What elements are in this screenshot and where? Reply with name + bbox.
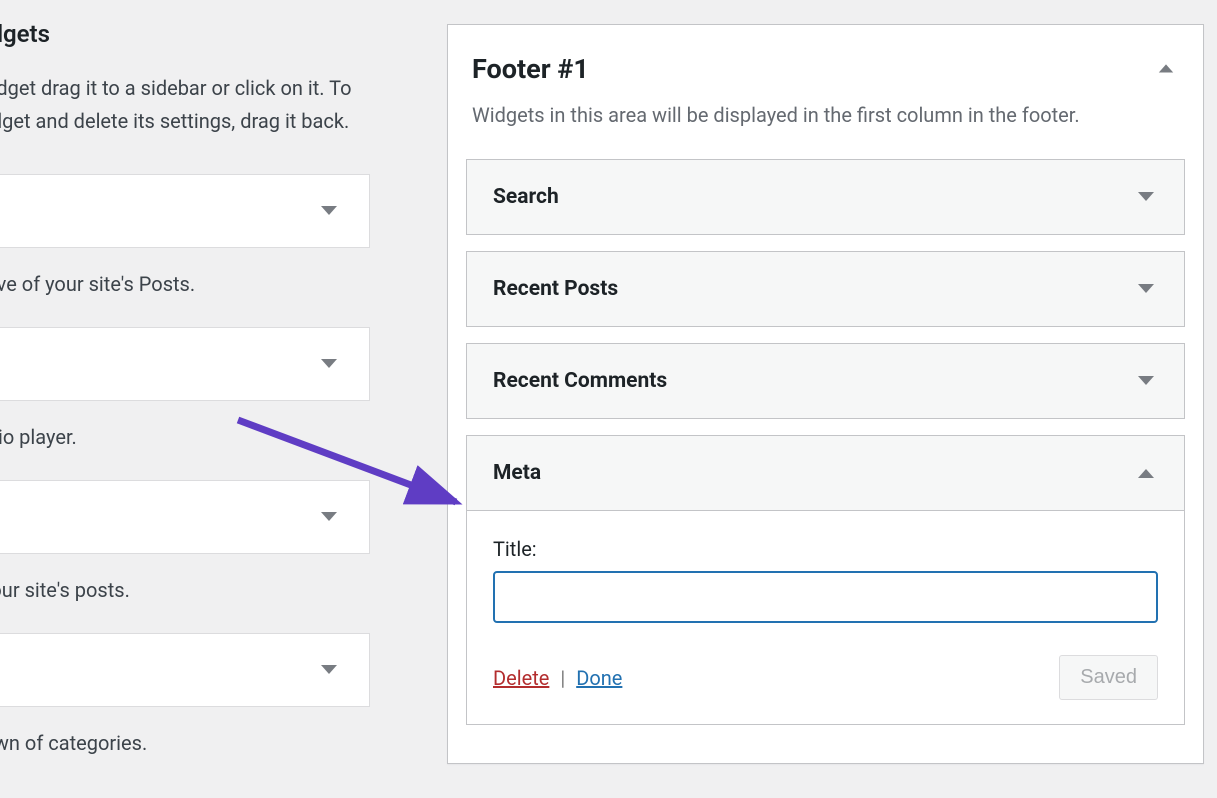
available-widgets-panel: Available Widgets To activate a widget d… xyxy=(0,20,370,786)
widget-title: Search xyxy=(493,185,559,209)
widget-title: Meta xyxy=(493,461,541,485)
available-widget-item[interactable] xyxy=(0,633,370,707)
footer-1-sidebar: Footer #1 Widgets in this area will be d… xyxy=(447,24,1204,764)
widget-header[interactable]: Meta xyxy=(467,436,1184,510)
widget-actions: Delete | Done Saved xyxy=(493,655,1158,700)
sidebar-title: Footer #1 xyxy=(472,53,1179,85)
available-widgets-heading: Available Widgets xyxy=(0,20,370,48)
widget-header[interactable]: Recent Comments xyxy=(467,344,1184,418)
widget-title-input[interactable] xyxy=(493,571,1158,623)
widget-meta: Meta Title: Delete | Done Saved xyxy=(466,435,1185,725)
delete-link[interactable]: Delete xyxy=(493,666,549,690)
chevron-down-icon xyxy=(1136,371,1156,391)
widget-action-links: Delete | Done xyxy=(493,666,622,690)
available-widget-desc: A calendar of your site's posts. xyxy=(0,554,370,633)
widget-header[interactable]: Search xyxy=(467,160,1184,234)
chevron-down-icon xyxy=(1136,187,1156,207)
saved-button: Saved xyxy=(1059,655,1158,700)
available-widgets-description: To activate a widget drag it to a sideba… xyxy=(0,72,370,174)
available-widget-item[interactable] xyxy=(0,174,370,248)
widget-title: Recent Comments xyxy=(493,369,667,393)
done-link[interactable]: Done xyxy=(576,666,622,690)
chevron-down-icon xyxy=(319,201,339,221)
chevron-down-icon xyxy=(319,354,339,374)
widgets-admin-page: Available Widgets To activate a widget d… xyxy=(0,0,1217,798)
widget-title: Recent Posts xyxy=(493,277,618,301)
available-widget-item[interactable] xyxy=(0,327,370,401)
widget-recent-comments: Recent Comments xyxy=(466,343,1185,419)
chevron-down-icon xyxy=(1136,279,1156,299)
title-label: Title: xyxy=(493,537,1158,561)
widget-header[interactable]: Recent Posts xyxy=(467,252,1184,326)
chevron-down-icon xyxy=(319,507,339,527)
sidebar-header[interactable]: Footer #1 Widgets in this area will be d… xyxy=(448,25,1203,131)
sidebar-description: Widgets in this area will be displayed i… xyxy=(472,99,1179,131)
available-widget-desc: A monthly archive of your site's Posts. xyxy=(0,248,370,327)
chevron-down-icon xyxy=(319,660,339,680)
widget-search: Search xyxy=(466,159,1185,235)
available-widget-desc: Displays an audio player. xyxy=(0,401,370,480)
separator: | xyxy=(560,666,565,690)
chevron-up-icon xyxy=(1157,59,1175,77)
chevron-up-icon xyxy=(1136,463,1156,483)
available-widget-item[interactable] xyxy=(0,480,370,554)
widget-recent-posts: Recent Posts xyxy=(466,251,1185,327)
available-widget-desc: A list or dropdown of categories. xyxy=(0,707,370,786)
widget-body: Title: Delete | Done Saved xyxy=(467,510,1184,724)
